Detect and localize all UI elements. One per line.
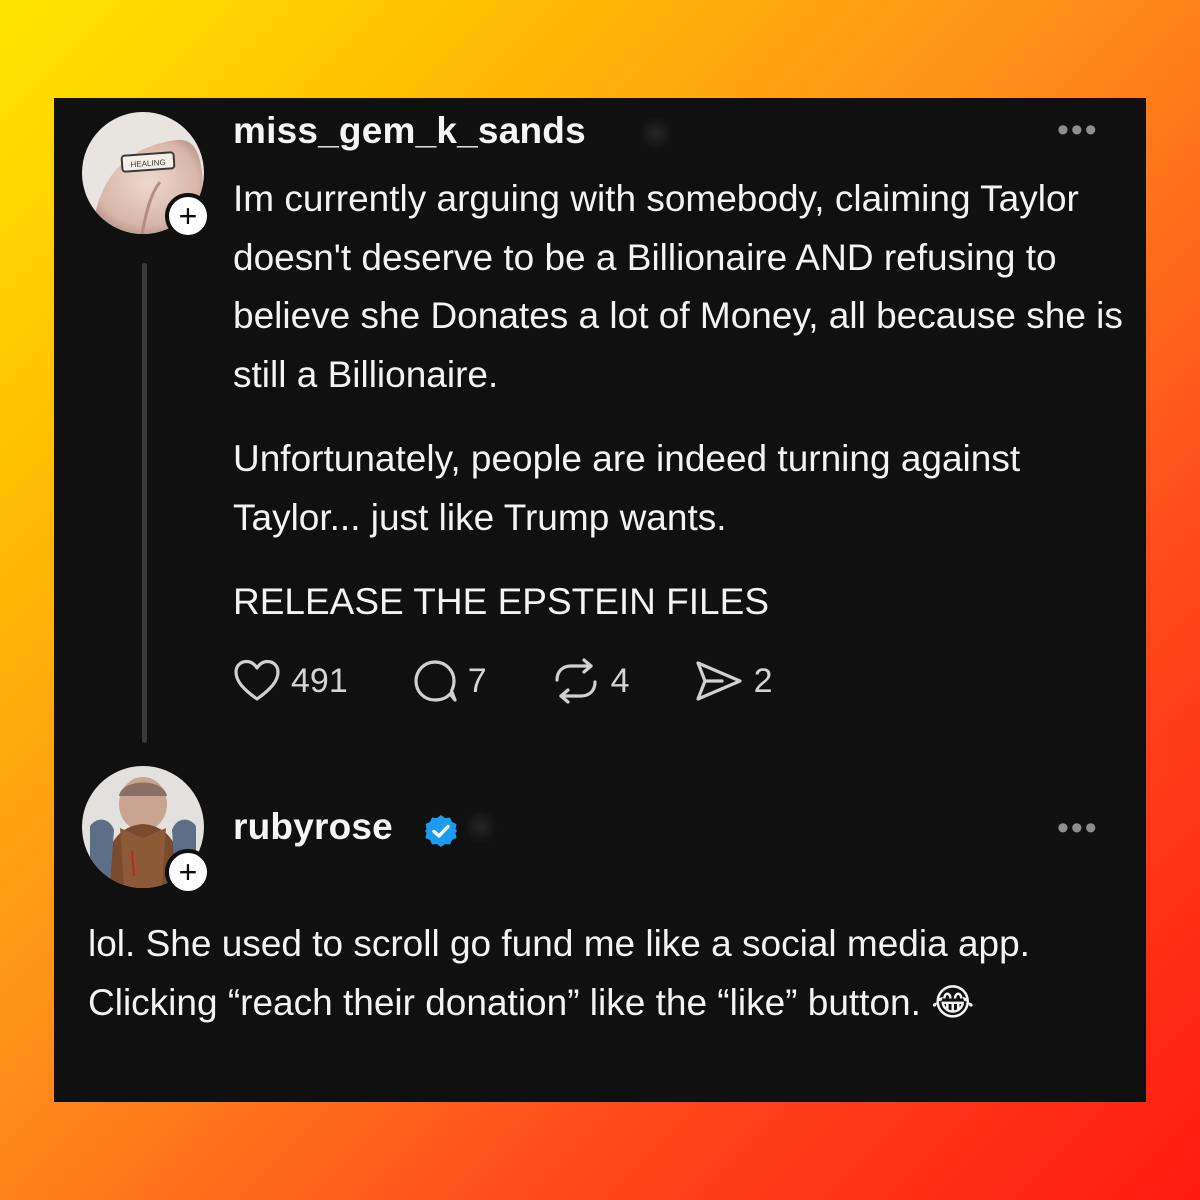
reply-username[interactable]: rubyrose — [233, 806, 393, 848]
comment-bubble-icon — [412, 658, 458, 704]
heart-icon — [233, 659, 281, 703]
send-icon — [694, 659, 744, 703]
redacted-blur — [464, 810, 498, 844]
repost-icon — [551, 658, 601, 704]
reply-body: lol. She used to scroll go fund me like … — [88, 923, 1030, 1023]
share-count: 2 — [753, 661, 773, 700]
post-username[interactable]: miss_gem_k_sands — [233, 110, 586, 152]
thread-connector-line — [142, 263, 147, 743]
follow-plus-icon[interactable]: + — [165, 193, 211, 239]
reply-count: 7 — [467, 661, 487, 700]
repost-button[interactable]: 4 — [551, 658, 630, 704]
post-actions: 491 7 4 2 — [233, 658, 837, 704]
share-button[interactable]: 2 — [694, 659, 773, 703]
reply-button[interactable]: 7 — [412, 658, 487, 704]
repost-count: 4 — [610, 661, 630, 700]
redacted-blur — [639, 116, 673, 150]
post-paragraph: Im currently arguing with somebody, clai… — [233, 178, 1123, 395]
verified-badge-icon — [424, 814, 458, 853]
post-body: Im currently arguing with somebody, clai… — [233, 170, 1123, 658]
like-button[interactable]: 491 — [233, 659, 348, 703]
like-count: 491 — [291, 661, 348, 700]
more-options-icon[interactable]: ••• — [1057, 113, 1099, 147]
post-paragraph: RELEASE THE EPSTEIN FILES — [233, 581, 769, 622]
more-options-icon[interactable]: ••• — [1057, 811, 1099, 845]
threads-card: HEALING + miss_gem_k_sands ••• Im curren… — [54, 98, 1146, 1102]
post-paragraph: Unfortunately, people are indeed turning… — [233, 438, 1021, 538]
follow-plus-icon[interactable]: + — [165, 849, 211, 895]
